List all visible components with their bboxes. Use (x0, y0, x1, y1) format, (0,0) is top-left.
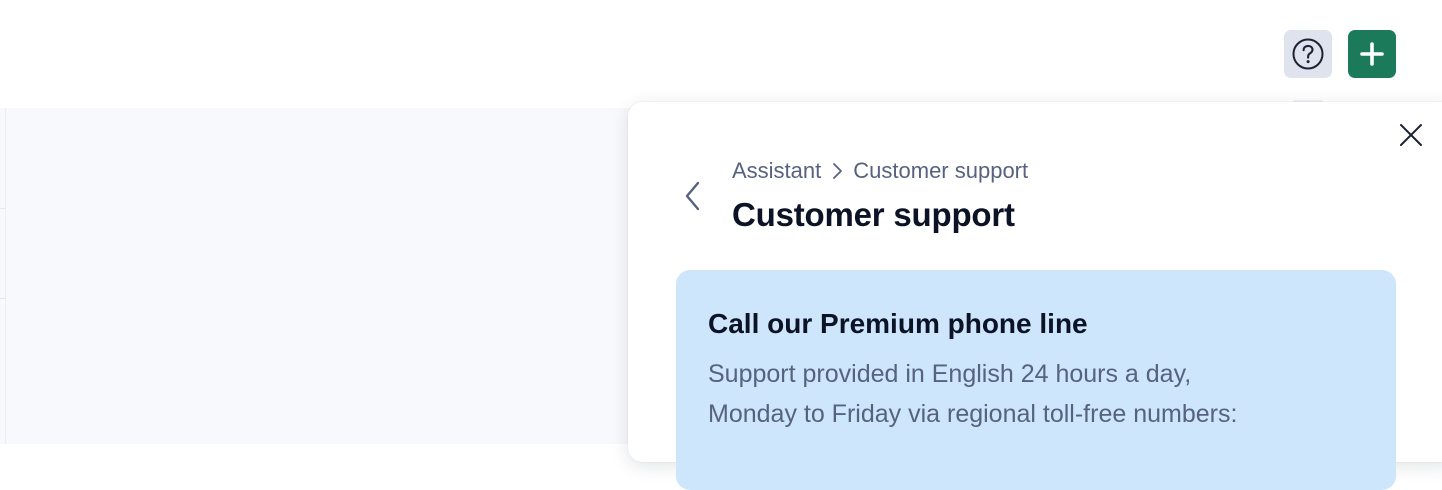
chevron-right-icon (827, 162, 847, 180)
card-description: Support provided in English 24 hours a d… (708, 354, 1368, 434)
help-assistant-panel: Assistant Customer support Customer supp… (628, 102, 1442, 490)
top-bar (0, 0, 1442, 108)
breadcrumb: Assistant Customer support (732, 158, 1028, 184)
plus-icon (1360, 42, 1384, 66)
panel-title: Customer support (732, 196, 1015, 233)
card-description-line: Support provided in English 24 hours a d… (708, 360, 1192, 388)
left-sidebar-edge (0, 108, 6, 444)
divider (0, 298, 6, 299)
close-icon (1400, 124, 1422, 146)
back-button[interactable] (678, 178, 706, 214)
premium-phone-card: Call our Premium phone line Support prov… (676, 270, 1396, 490)
help-button[interactable] (1284, 30, 1332, 78)
breadcrumb-item-current: Customer support (853, 158, 1029, 183)
card-description-line: Monday to Friday via regional toll-free … (708, 400, 1238, 428)
question-circle-icon (1292, 38, 1324, 70)
breadcrumb-item-assistant[interactable]: Assistant (732, 158, 821, 184)
divider (0, 208, 6, 209)
close-button[interactable] (1396, 120, 1426, 150)
chevron-left-icon (685, 181, 700, 211)
add-button[interactable] (1348, 30, 1396, 78)
card-title: Call our Premium phone line (708, 308, 1088, 339)
